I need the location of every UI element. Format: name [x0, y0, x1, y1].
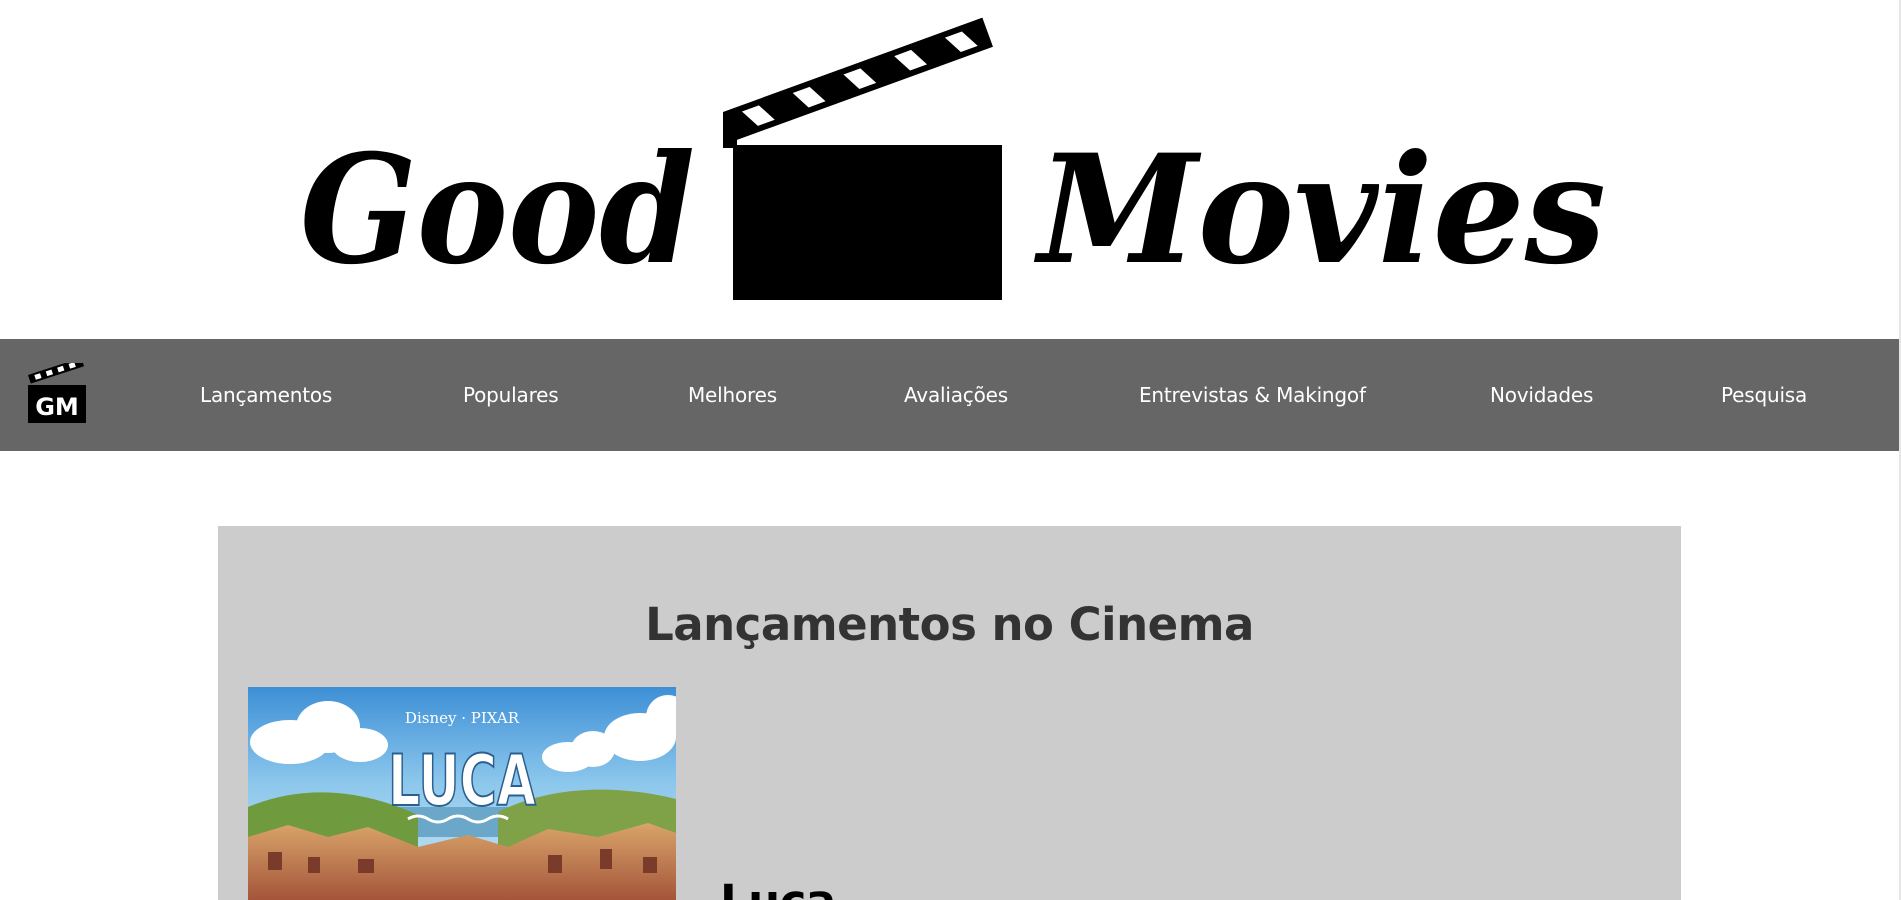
- good-movies-logo[interactable]: Good Movies: [0, 0, 1901, 339]
- gm-clapper-logo-icon[interactable]: GM: [26, 363, 88, 425]
- main-navbar: GM Lançamentos Populares Melhores Avalia…: [0, 339, 1899, 451]
- releases-panel: Lançamentos no Cinema Disney · PIXAR LUC…: [218, 526, 1681, 900]
- section-title: Lançamentos no Cinema: [645, 598, 1254, 651]
- nav-item-pesquisa[interactable]: Pesquisa: [1721, 339, 1807, 451]
- movie-title-luca[interactable]: Luca: [720, 875, 836, 900]
- nav-item-populares[interactable]: Populares: [463, 339, 559, 451]
- site-banner: Good Movies: [0, 0, 1901, 339]
- page: Good Movies GM Lançamentos Populares Mel…: [0, 0, 1901, 900]
- nav-logo-text: GM: [35, 393, 79, 421]
- nav-item-melhores[interactable]: Melhores: [688, 339, 777, 451]
- nav-item-entrevistas-makingof[interactable]: Entrevistas & Makingof: [1139, 339, 1366, 451]
- logo-word-movies: Movies: [1033, 122, 1606, 298]
- movie-poster-luca[interactable]: Disney · PIXAR LUCA: [248, 687, 676, 900]
- nav-item-lancamentos[interactable]: Lançamentos: [200, 339, 332, 451]
- clapperboard-icon: [723, 17, 1002, 300]
- nav-item-avaliacoes[interactable]: Avaliações: [904, 339, 1008, 451]
- nav-item-novidades[interactable]: Novidades: [1490, 339, 1593, 451]
- poster-brand: Disney · PIXAR: [405, 709, 520, 727]
- logo-word-good: Good: [300, 122, 695, 298]
- poster-title: LUCA: [388, 740, 536, 822]
